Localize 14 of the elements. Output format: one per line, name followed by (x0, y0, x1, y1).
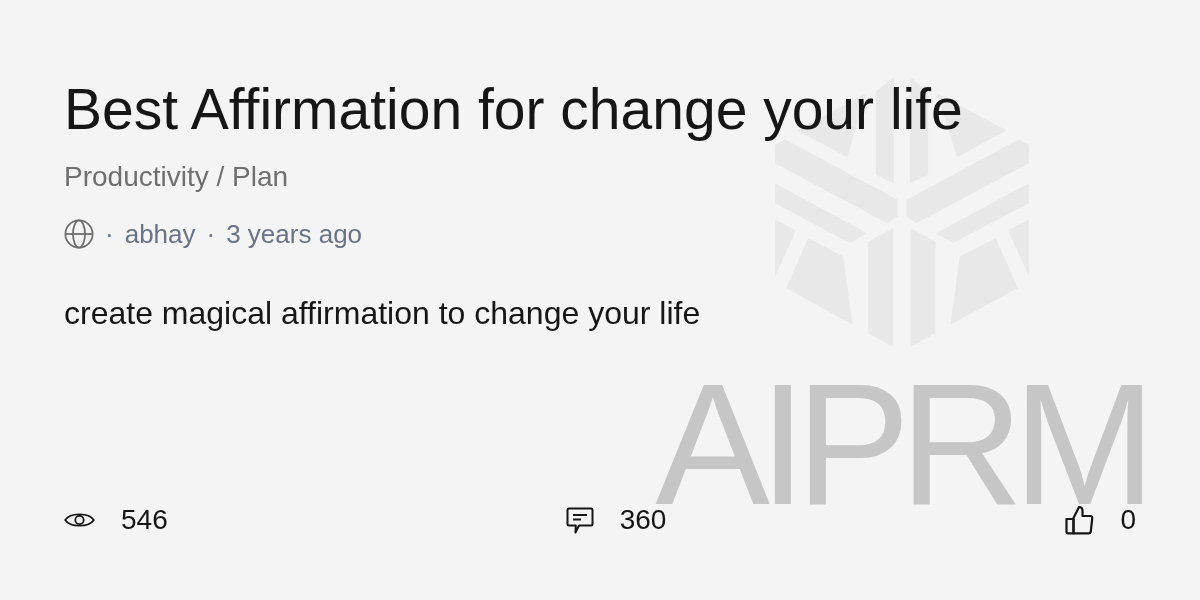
comment-count: 360 (619, 504, 667, 536)
category-path: Productivity / Plan (64, 160, 289, 194)
prompt-description: create magical affirmation to change your life (64, 294, 701, 332)
prompt-title: Best Affirmation for change your life (64, 76, 963, 142)
eye-icon (64, 510, 95, 530)
separator-dot: · (205, 218, 217, 250)
separator-dot: · (104, 218, 115, 250)
comment-icon (565, 506, 594, 534)
author-name: abhay (124, 218, 196, 250)
post-time: 3 years ago (226, 218, 363, 250)
like-count: 0 (1120, 504, 1136, 536)
globe-icon (64, 219, 94, 249)
thumbs-up-icon (1064, 505, 1095, 535)
view-count: 546 (121, 504, 168, 536)
